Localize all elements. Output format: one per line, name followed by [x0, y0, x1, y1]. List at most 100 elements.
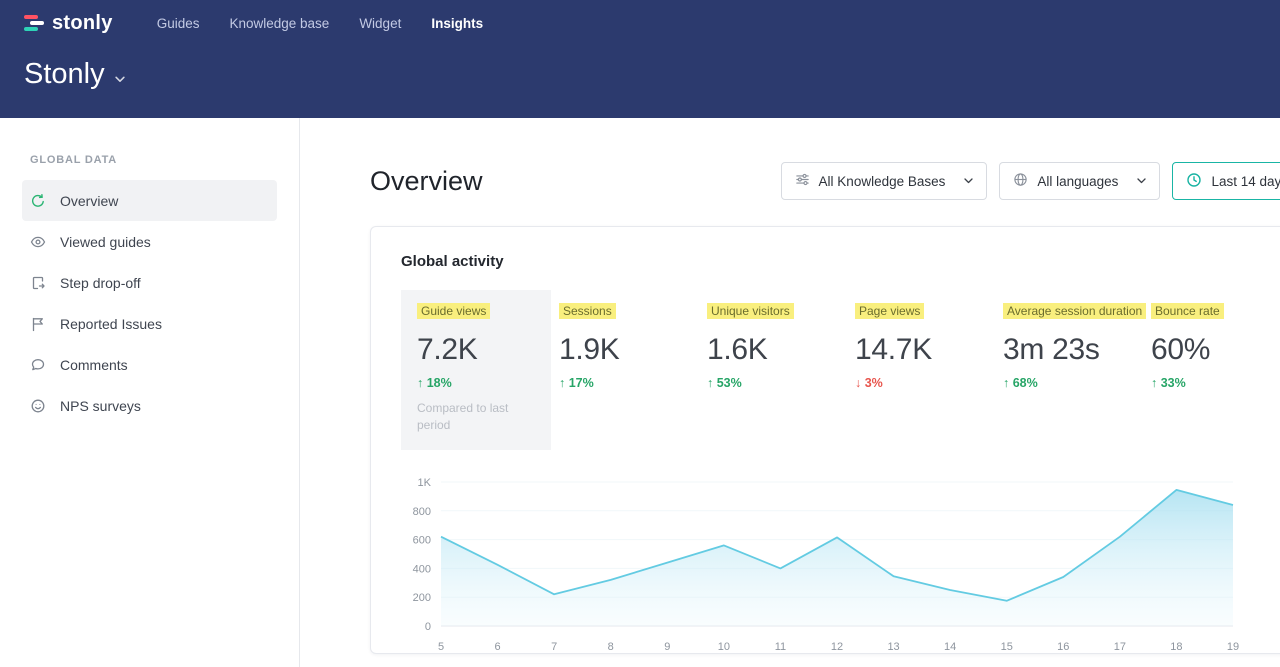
svg-text:11: 11: [775, 641, 786, 653]
metric-change: ↑ 18%: [417, 376, 535, 390]
metric-change: ↑ 17%: [559, 376, 707, 390]
svg-text:800: 800: [413, 505, 431, 517]
metric-label: Unique visitors: [707, 302, 855, 321]
sliders-icon: [795, 172, 810, 190]
nav-item-knowledge-base[interactable]: Knowledge base: [229, 16, 329, 31]
svg-text:18: 18: [1170, 641, 1182, 653]
metric-unique-visitors[interactable]: Unique visitors 1.6K ↑ 53%: [707, 290, 855, 390]
svg-text:10: 10: [718, 641, 730, 653]
flag-icon: [30, 316, 46, 332]
svg-text:8: 8: [608, 641, 614, 653]
arrow-down-icon: ↓: [855, 376, 861, 390]
metric-bounce-rate[interactable]: Bounce rate 60% ↑ 33%: [1151, 290, 1280, 390]
date-range-filter[interactable]: Last 14 days: [1172, 162, 1280, 200]
metric-average-session-duration[interactable]: Average session duration 3m 23s ↑ 68%: [1003, 290, 1151, 390]
card-title: Global activity: [401, 253, 1280, 270]
arrow-up-icon: ↑: [707, 376, 713, 390]
sidebar-section-label: GLOBAL DATA: [0, 154, 299, 166]
metric-value: 14.7K: [855, 333, 1003, 367]
svg-text:12: 12: [831, 641, 843, 653]
metric-label: Bounce rate: [1151, 302, 1280, 321]
metric-sessions[interactable]: Sessions 1.9K ↑ 17%: [559, 290, 707, 390]
svg-text:5: 5: [438, 641, 444, 653]
languages-filter[interactable]: All languages: [999, 162, 1160, 200]
svg-text:7: 7: [551, 641, 557, 653]
metric-guide-views[interactable]: Guide views 7.2K ↑ 18% Compared to last …: [401, 290, 551, 450]
metric-label: Page views: [855, 302, 1003, 321]
sidebar-item-viewed-guides[interactable]: Viewed guides: [22, 221, 277, 262]
knowledge-bases-filter[interactable]: All Knowledge Bases: [781, 162, 988, 200]
comment-icon: [30, 357, 46, 373]
svg-text:13: 13: [887, 641, 899, 653]
metric-change: ↑ 53%: [707, 376, 855, 390]
step-dropoff-icon: [30, 275, 46, 291]
svg-text:0: 0: [425, 621, 431, 633]
svg-text:600: 600: [413, 534, 431, 546]
svg-text:16: 16: [1057, 641, 1069, 653]
sidebar-item-label: Viewed guides: [60, 234, 151, 250]
svg-text:1K: 1K: [418, 477, 432, 489]
nav-item-insights[interactable]: Insights: [431, 16, 483, 31]
sidebar-item-label: Comments: [60, 357, 128, 373]
nav-item-guides[interactable]: Guides: [157, 16, 200, 31]
sidebar-item-label: Reported Issues: [60, 316, 162, 332]
filter-label: All Knowledge Bases: [819, 174, 946, 189]
sidebar: GLOBAL DATA Overview Viewed guides: [0, 118, 300, 667]
globe-icon: [1013, 172, 1028, 190]
sidebar-item-label: Overview: [60, 193, 118, 209]
chevron-down-icon: [964, 178, 973, 184]
metric-label: Guide views: [417, 302, 535, 321]
workspace-name: Stonly: [24, 58, 105, 91]
filter-label: Last 14 days: [1211, 174, 1280, 189]
metric-value: 7.2K: [417, 333, 535, 367]
metric-page-views[interactable]: Page views 14.7K ↓ 3%: [855, 290, 1003, 390]
smiley-icon: [30, 398, 46, 414]
metric-value: 3m 23s: [1003, 333, 1151, 367]
sidebar-item-label: NPS surveys: [60, 398, 141, 414]
sidebar-item-label: Step drop-off: [60, 275, 141, 291]
app-header: stonly Guides Knowledge base Widget Insi…: [0, 0, 1280, 118]
page-title: Overview: [370, 166, 483, 197]
sidebar-item-step-drop-off[interactable]: Step drop-off: [22, 262, 277, 303]
metric-label: Sessions: [559, 302, 707, 321]
activity-chart-container: 0 200 400 600 800 1K 5 6 7 8 9 10 11 12 13 14 15 16 17 18 19: [401, 464, 1280, 661]
metric-value: 60%: [1151, 333, 1280, 367]
arrow-up-icon: ↑: [417, 376, 423, 390]
brand-name: stonly: [52, 12, 113, 35]
filter-label: All languages: [1037, 174, 1118, 189]
nav-item-widget[interactable]: Widget: [359, 16, 401, 31]
svg-text:19: 19: [1227, 641, 1239, 653]
workspace-selector[interactable]: Stonly: [24, 58, 125, 91]
metric-change: ↑ 68%: [1003, 376, 1151, 390]
metric-note: Compared to last period: [417, 400, 529, 434]
svg-text:200: 200: [413, 592, 431, 604]
sidebar-item-comments[interactable]: Comments: [22, 344, 277, 385]
svg-text:17: 17: [1114, 641, 1126, 653]
svg-text:15: 15: [1001, 641, 1013, 653]
svg-text:6: 6: [495, 641, 501, 653]
metric-value: 1.6K: [707, 333, 855, 367]
metrics-row: Guide views 7.2K ↑ 18% Compared to last …: [401, 290, 1280, 450]
svg-text:400: 400: [413, 563, 431, 575]
sidebar-item-nps-surveys[interactable]: NPS surveys: [22, 385, 277, 426]
eye-icon: [30, 234, 46, 250]
main-content: Overview All Knowledge Bases: [300, 118, 1280, 667]
metric-label: Average session duration: [1003, 302, 1151, 321]
activity-area-chart: 0 200 400 600 800 1K 5 6 7 8 9 10 11 12 13 14 15 16 17 18 19: [401, 464, 1241, 656]
chevron-down-icon: [1137, 178, 1146, 184]
svg-text:9: 9: [664, 641, 670, 653]
clock-icon: [1186, 172, 1202, 191]
filter-bar: All Knowledge Bases All languages: [781, 162, 1280, 200]
stonly-logo-icon: [24, 15, 44, 31]
arrow-up-icon: ↑: [1151, 376, 1157, 390]
overview-icon: [30, 193, 46, 209]
metric-change: ↑ 33%: [1151, 376, 1280, 390]
sidebar-item-reported-issues[interactable]: Reported Issues: [22, 303, 277, 344]
sidebar-item-overview[interactable]: Overview: [22, 180, 277, 221]
metric-change: ↓ 3%: [855, 376, 1003, 390]
svg-text:14: 14: [944, 641, 956, 653]
chevron-down-icon: [115, 58, 125, 91]
global-activity-card: Global activity Guide views 7.2K ↑ 18% C…: [370, 226, 1280, 654]
stonly-logo[interactable]: stonly: [24, 12, 113, 35]
arrow-up-icon: ↑: [1003, 376, 1009, 390]
